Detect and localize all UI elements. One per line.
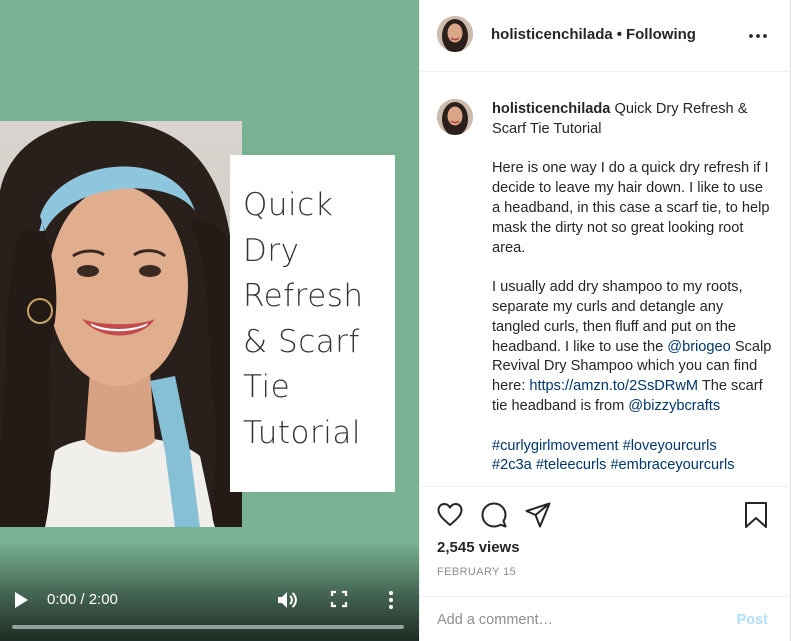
post-header: holisticenchilada • Following <box>420 0 790 72</box>
video-player[interactable]: Quick Dry Refresh & Scarf Tie Tutorial 0… <box>0 0 419 641</box>
view-count[interactable]: 2,545 views <box>437 539 520 556</box>
video-time: 0:00 / 2:00 <box>47 591 118 608</box>
url-link[interactable]: https://amzn.to/2SsDRwM <box>529 378 698 394</box>
post-actions: 2,545 views FEBRUARY 15 <box>420 486 790 596</box>
post-caption: holisticenchilada Quick Dry Refresh & Sc… <box>492 100 774 476</box>
caption-scroll-area[interactable]: holisticenchilada Quick Dry Refresh & Sc… <box>420 73 790 486</box>
hashtag-link[interactable]: #2c3a #teleecurls #embraceyourcurls <box>492 457 735 473</box>
comment-input[interactable] <box>437 609 717 631</box>
avatar[interactable] <box>437 99 473 135</box>
caption-username[interactable]: holisticenchilada <box>492 101 610 117</box>
comment-icon[interactable] <box>480 501 508 529</box>
mention-link[interactable]: @briogeo <box>667 339 731 355</box>
more-horizontal-icon[interactable] <box>748 26 768 46</box>
video-thumbnail-photo <box>0 121 242 527</box>
volume-icon[interactable] <box>276 589 298 611</box>
title-card-line: Tie <box>243 369 291 405</box>
video-title-card: Quick Dry Refresh & Scarf Tie Tutorial <box>230 155 395 492</box>
video-progress-bar[interactable] <box>12 625 404 629</box>
fullscreen-icon[interactable] <box>330 590 348 608</box>
caption-paragraph-1: Here is one way I do a quick dry refresh… <box>492 160 770 256</box>
post-author-username[interactable]: holisticenchilada <box>491 26 613 43</box>
title-card-line: Dry <box>243 232 300 269</box>
title-card-line: Tutorial <box>243 414 361 451</box>
avatar[interactable] <box>437 16 473 52</box>
post-panel: holisticenchilada • Following holisticench… <box>419 0 791 641</box>
heart-icon[interactable] <box>436 501 464 529</box>
title-card-line: & Scarf <box>243 323 360 360</box>
comment-form: Post <box>420 596 790 641</box>
caption-paragraph-2: I usually add dry shampoo to my roots, s… <box>492 279 772 414</box>
post-comment-button[interactable]: Post <box>737 612 768 628</box>
mention-link[interactable]: @bizzybcrafts <box>628 398 720 414</box>
play-icon[interactable] <box>12 590 30 610</box>
title-card-line: Refresh <box>243 278 364 314</box>
separator-dot: • <box>616 26 622 43</box>
hashtag-link[interactable]: #curlygirlmovement #loveyourcurls <box>492 438 717 454</box>
post-date[interactable]: FEBRUARY 15 <box>437 566 516 578</box>
share-icon[interactable] <box>524 501 552 529</box>
more-vertical-icon[interactable] <box>384 589 398 611</box>
title-card-line: Quick <box>243 187 334 223</box>
follow-button[interactable]: Following <box>626 26 696 43</box>
bookmark-icon[interactable] <box>742 501 770 529</box>
